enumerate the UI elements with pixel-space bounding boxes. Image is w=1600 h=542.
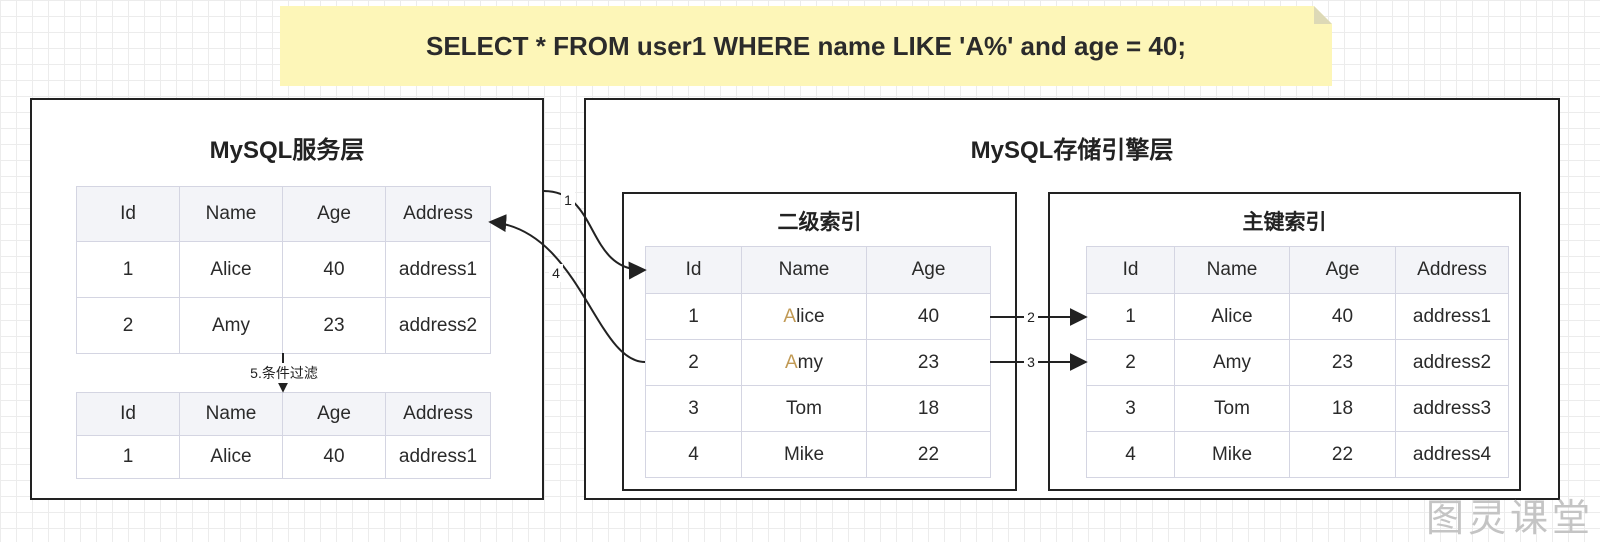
watermark-logo: 图灵课堂 <box>1425 496 1594 540</box>
filter-label: 5.条件过滤 <box>250 365 318 381</box>
edge-1-arrow <box>542 189 647 280</box>
edge-3-label: 3 <box>1027 354 1035 370</box>
edge-4-label: 4 <box>552 265 560 281</box>
edge-1-label: 1 <box>564 192 572 208</box>
edge-4-arrow <box>488 214 646 363</box>
connector-layer: 1 4 2 3 5.条件过滤 <box>246 189 1088 393</box>
edge-2-label: 2 <box>1027 309 1035 325</box>
